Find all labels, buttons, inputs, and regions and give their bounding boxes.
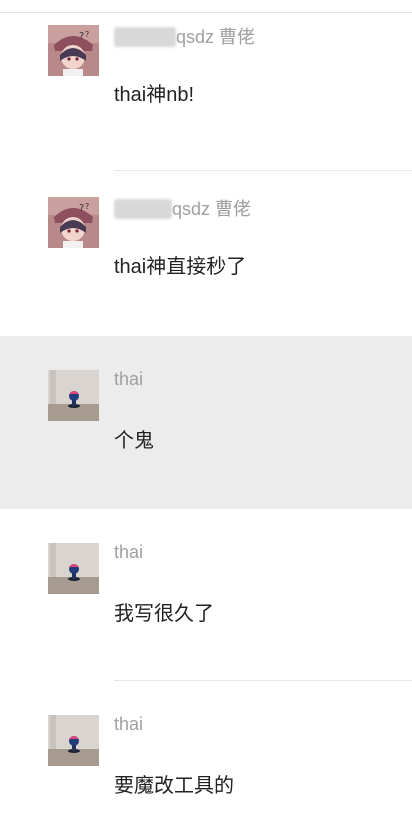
- avatar[interactable]: [48, 543, 99, 594]
- avatar[interactable]: [48, 715, 99, 766]
- sender-name: qsdz 曹佬: [114, 195, 251, 221]
- message-text: 个鬼: [114, 430, 154, 452]
- avatar[interactable]: [48, 370, 99, 421]
- figurine-avatar-icon: [48, 715, 99, 766]
- message-text: thai神nb!: [114, 84, 195, 106]
- figurine-avatar-icon: [48, 543, 99, 594]
- message-item[interactable]: ? ? qsdz 曹佬 thai神nb!: [0, 0, 412, 171]
- avatar[interactable]: ? ?: [48, 197, 99, 248]
- sender-name: qsdz 曹佬: [114, 23, 255, 49]
- anime-girl-avatar-icon: ? ?: [48, 25, 99, 76]
- message-text: 要魔改工具的: [114, 775, 234, 797]
- redacted-name-blur: [114, 27, 176, 47]
- sender-name: thai: [114, 542, 144, 562]
- svg-text:?: ?: [85, 30, 89, 39]
- svg-text:?: ?: [85, 202, 89, 211]
- redacted-name-blur: [114, 199, 172, 219]
- message-item[interactable]: thai 个鬼: [0, 336, 412, 509]
- message-text: thai神直接秒了: [114, 256, 247, 278]
- svg-text:?: ?: [79, 31, 84, 42]
- message-text: 我写很久了: [114, 603, 214, 625]
- sender-name: thai: [114, 714, 144, 734]
- svg-text:?: ?: [79, 203, 84, 214]
- message-item[interactable]: ? ? qsdz 曹佬 thai神直接秒了: [0, 171, 412, 343]
- figurine-avatar-icon: [48, 370, 99, 421]
- message-item[interactable]: thai 我写很久了: [0, 509, 412, 681]
- avatar[interactable]: ? ?: [48, 25, 99, 76]
- message-list: ? ? qsdz 曹佬 thai神nb! ? ? qsdz 曹佬 thai神直接…: [0, 0, 412, 823]
- sender-name: thai: [114, 369, 144, 389]
- message-item[interactable]: thai 要魔改工具的: [0, 681, 412, 823]
- anime-girl-avatar-icon: ? ?: [48, 197, 99, 248]
